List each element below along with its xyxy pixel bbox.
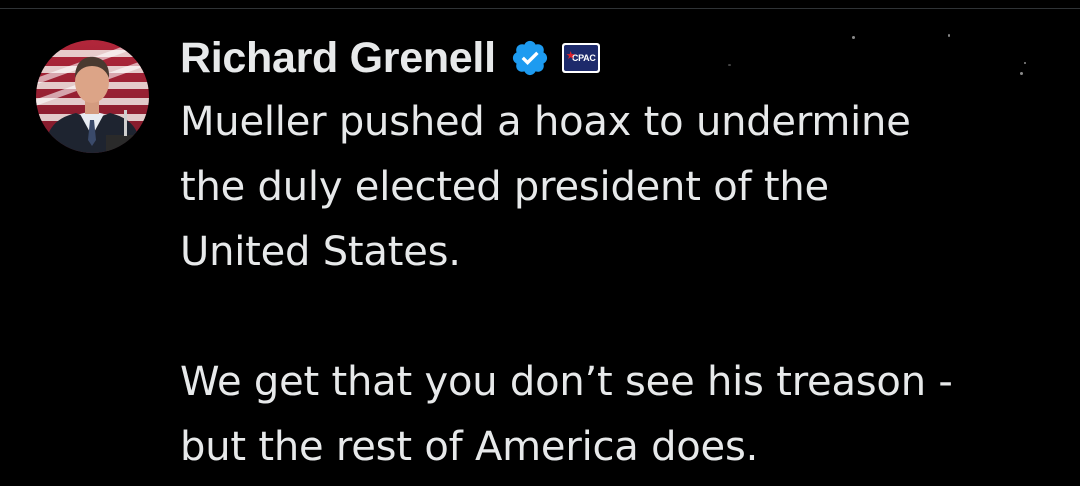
verified-badge-icon[interactable] bbox=[510, 38, 550, 78]
display-name[interactable]: Richard Grenell bbox=[180, 34, 496, 83]
top-divider bbox=[0, 0, 1080, 9]
tweet-text: Mueller pushed a hoax to undermine the d… bbox=[180, 99, 953, 470]
avatar[interactable] bbox=[36, 40, 149, 153]
cpac-affiliate-icon[interactable]: ★ CPAC bbox=[561, 43, 600, 73]
tweet[interactable]: Richard Grenell ★ CPAC Mueller pushed a … bbox=[0, 10, 1080, 486]
avatar-image bbox=[36, 40, 149, 153]
star-icon: ★ bbox=[565, 50, 576, 62]
tweet-header: Richard Grenell ★ CPAC bbox=[180, 32, 600, 84]
